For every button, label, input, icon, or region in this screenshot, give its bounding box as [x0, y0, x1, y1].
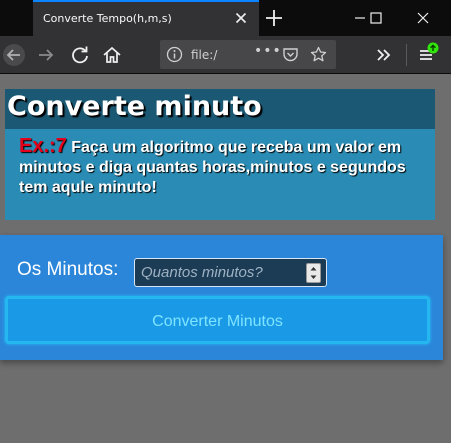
convert-minutes-button[interactable]: Converter Minutos	[5, 296, 430, 344]
star-icon[interactable]	[310, 46, 327, 63]
minutes-input-placeholder: Quantos minutos?	[141, 264, 263, 281]
reload-icon[interactable]	[68, 43, 92, 67]
exercise-description: Ex.:7 Faça um algoritmo que receba um va…	[19, 136, 421, 198]
back-icon[interactable]	[2, 43, 26, 67]
exercise-header: Converte minuto Ex.:7 Faça um algoritmo …	[5, 89, 435, 220]
number-spinner[interactable]	[306, 263, 321, 283]
page-title: Converte minuto	[7, 91, 262, 122]
plus-icon[interactable]	[262, 6, 286, 30]
tab-active[interactable]: Converte Tempo(h,m,s)	[33, 0, 259, 36]
url-text: file:/	[191, 48, 218, 62]
pocket-icon[interactable]	[282, 46, 299, 63]
page-actions-icon[interactable]: •••	[254, 43, 282, 59]
nav-toolbar: file:/ •••	[0, 36, 451, 74]
url-bar[interactable]: file:/ •••	[160, 40, 336, 69]
info-icon[interactable]	[166, 46, 183, 63]
update-available-icon	[427, 42, 439, 54]
close-icon[interactable]	[233, 10, 249, 26]
convert-button-label: Converter Minutos	[152, 313, 283, 330]
toolbar-separator	[406, 44, 407, 66]
chevron-double-right-icon[interactable]	[372, 43, 396, 67]
exercise-label: Ex.:7	[19, 135, 67, 157]
spinner-down-icon[interactable]	[307, 273, 320, 282]
tab-title: Converte Tempo(h,m,s)	[43, 12, 172, 25]
minutes-label: Os Minutos:	[17, 259, 119, 280]
hamburger-menu-icon[interactable]	[414, 42, 440, 68]
title-bar: Converte minuto	[5, 89, 435, 129]
home-icon[interactable]	[100, 43, 124, 67]
tab-strip: Converte Tempo(h,m,s)	[0, 0, 451, 36]
minutes-input[interactable]: Quantos minutos?	[134, 258, 327, 287]
close-window-icon[interactable]	[405, 0, 441, 36]
exercise-text: Faça um algoritmo que receba um valor em…	[19, 139, 406, 196]
maximize-icon[interactable]	[358, 0, 394, 36]
conversion-form: Os Minutos: Quantos minutos? Converter M…	[0, 235, 443, 360]
forward-icon[interactable]	[34, 43, 58, 67]
page-content: Converte minuto Ex.:7 Faça um algoritmo …	[0, 74, 451, 443]
spinner-up-icon[interactable]	[307, 264, 320, 273]
